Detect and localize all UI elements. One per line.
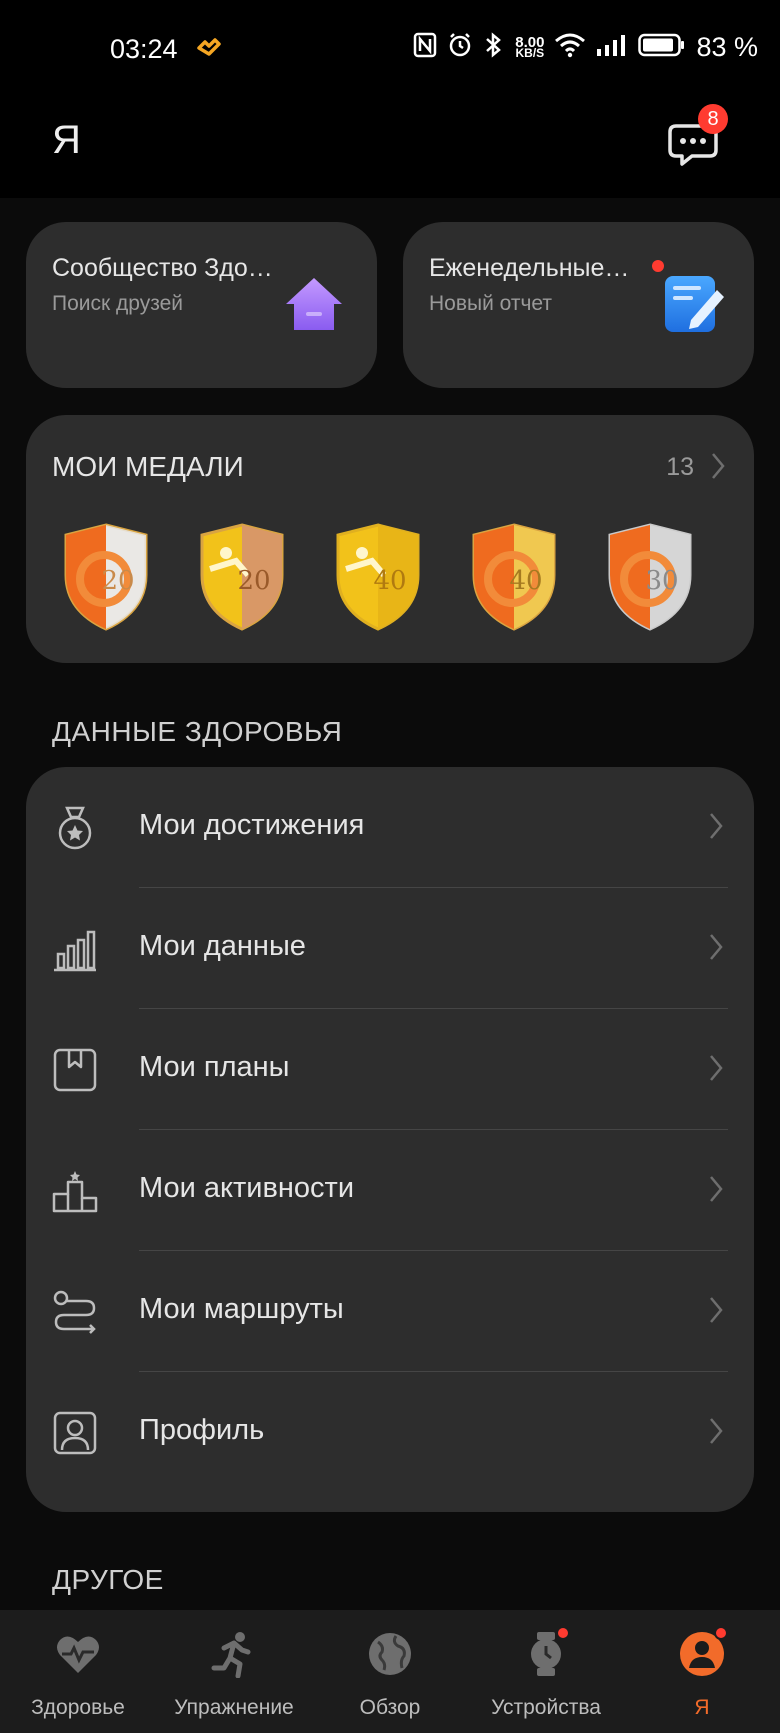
status-time: 03:24 [110, 34, 178, 64]
svg-text:40: 40 [373, 566, 406, 596]
list-item-label: Мои планы [139, 1051, 290, 1083]
new-indicator-dot [652, 260, 664, 272]
battery-icon [638, 33, 686, 62]
tab-overview[interactable]: Обзор [330, 1610, 450, 1733]
bluetooth-icon [483, 32, 505, 63]
list-item-label: Мои достижения [139, 809, 365, 841]
medal-badge[interactable]: 20 [196, 523, 288, 631]
list-item-label: Мои маршруты [139, 1293, 344, 1325]
route-icon [53, 1290, 96, 1334]
medal-badge[interactable]: 30 [604, 523, 696, 631]
tab-devices[interactable]: Устройства [476, 1610, 616, 1733]
list-item-achievements[interactable]: Мои достижения [26, 767, 754, 888]
list-item-label: Профиль [139, 1414, 265, 1446]
list-item-my-data[interactable]: Мои данные [26, 888, 754, 1009]
my-medals-card[interactable]: МОИ МЕДАЛИ 13 20 20 40 40 30 [26, 415, 754, 663]
signal-icon [596, 33, 628, 62]
list-item-routes[interactable]: Мои маршруты [26, 1251, 754, 1372]
tab-health[interactable]: Здоровье [18, 1610, 138, 1733]
medal-icon [58, 806, 92, 850]
chevron-right-icon [710, 1055, 723, 1081]
medals-list: 20 20 40 40 30 [60, 523, 696, 631]
health-data-section-title: ДАННЫЕ ЗДОРОВЬЯ [52, 716, 343, 747]
tab-label: Я [694, 1696, 710, 1719]
health-app-notification-icon [196, 38, 222, 63]
card-title: Еженедельные отчеты [429, 254, 634, 282]
chevron-right-icon [710, 934, 723, 960]
list-item-plans[interactable]: Мои планы [26, 1009, 754, 1130]
globe-icon [369, 1633, 411, 1675]
messages-badge: 8 [698, 104, 728, 134]
weekly-reports-card[interactable]: Еженедельные отчеты Новый отчет [403, 222, 754, 388]
status-bar: 03:24 8.00 KB/S 83 % [0, 0, 780, 100]
card-title: Сообщество Здоровья [52, 254, 282, 282]
list-item-activities[interactable]: Мои активности [26, 1130, 754, 1251]
chevron-right-icon [710, 1176, 723, 1202]
tab-label: Устройства [491, 1696, 601, 1719]
nfc-icon [413, 32, 437, 63]
list-item-profile[interactable]: Профиль [26, 1372, 754, 1493]
tab-exercise[interactable]: Упражнение [164, 1610, 304, 1733]
alarm-icon [447, 32, 473, 63]
page-header: Я [0, 100, 780, 198]
tab-me[interactable]: Я [640, 1610, 764, 1733]
svg-text:40: 40 [509, 566, 542, 596]
card-subtitle: Новый отчет [429, 292, 553, 315]
other-section-title: ДРУГОЕ [52, 1564, 164, 1595]
medals-count: 13 [666, 453, 694, 481]
medal-badge[interactable]: 40 [468, 523, 560, 631]
tab-label: Обзор [359, 1696, 421, 1719]
notification-dot [714, 1626, 728, 1640]
podium-icon [52, 1171, 98, 1213]
heart-pulse-icon [57, 1636, 99, 1673]
notepad-edit-icon [661, 272, 727, 341]
health-community-card[interactable]: Сообщество Здоровья Поиск друзей [26, 222, 377, 388]
chevron-right-icon [710, 1418, 723, 1444]
tab-label: Упражнение [174, 1696, 294, 1719]
svg-text:20: 20 [237, 566, 270, 596]
svg-text:30: 30 [645, 566, 678, 596]
home-icon [282, 272, 346, 341]
list-item-label: Мои активности [139, 1172, 355, 1204]
running-icon [211, 1632, 251, 1678]
battery-percent: 83 % [696, 32, 758, 62]
bottom-nav: Здоровье Упражнение Обзор Устройства Я [0, 1610, 780, 1733]
tab-label: Здоровье [31, 1696, 125, 1719]
card-subtitle: Поиск друзей [52, 292, 184, 315]
medal-badge[interactable]: 20 [60, 523, 152, 631]
chevron-right-icon [710, 813, 723, 839]
svg-text:20: 20 [101, 566, 134, 596]
chevron-right-icon [710, 451, 726, 486]
wifi-icon [554, 32, 586, 63]
bookmark-plan-icon [53, 1048, 97, 1092]
network-speed: 8.00 KB/S [515, 33, 545, 60]
medals-title: МОИ МЕДАЛИ [52, 451, 244, 482]
list-item-label: Мои данные [139, 930, 306, 962]
health-data-list: Мои достижения Мои данные Мои планы Мои … [26, 767, 754, 1512]
profile-icon [53, 1411, 97, 1455]
medal-badge[interactable]: 40 [332, 523, 424, 631]
notification-dot [556, 1626, 570, 1640]
chevron-right-icon [710, 1297, 723, 1323]
page-title: Я [52, 118, 81, 162]
bar-chart-icon [54, 930, 96, 972]
